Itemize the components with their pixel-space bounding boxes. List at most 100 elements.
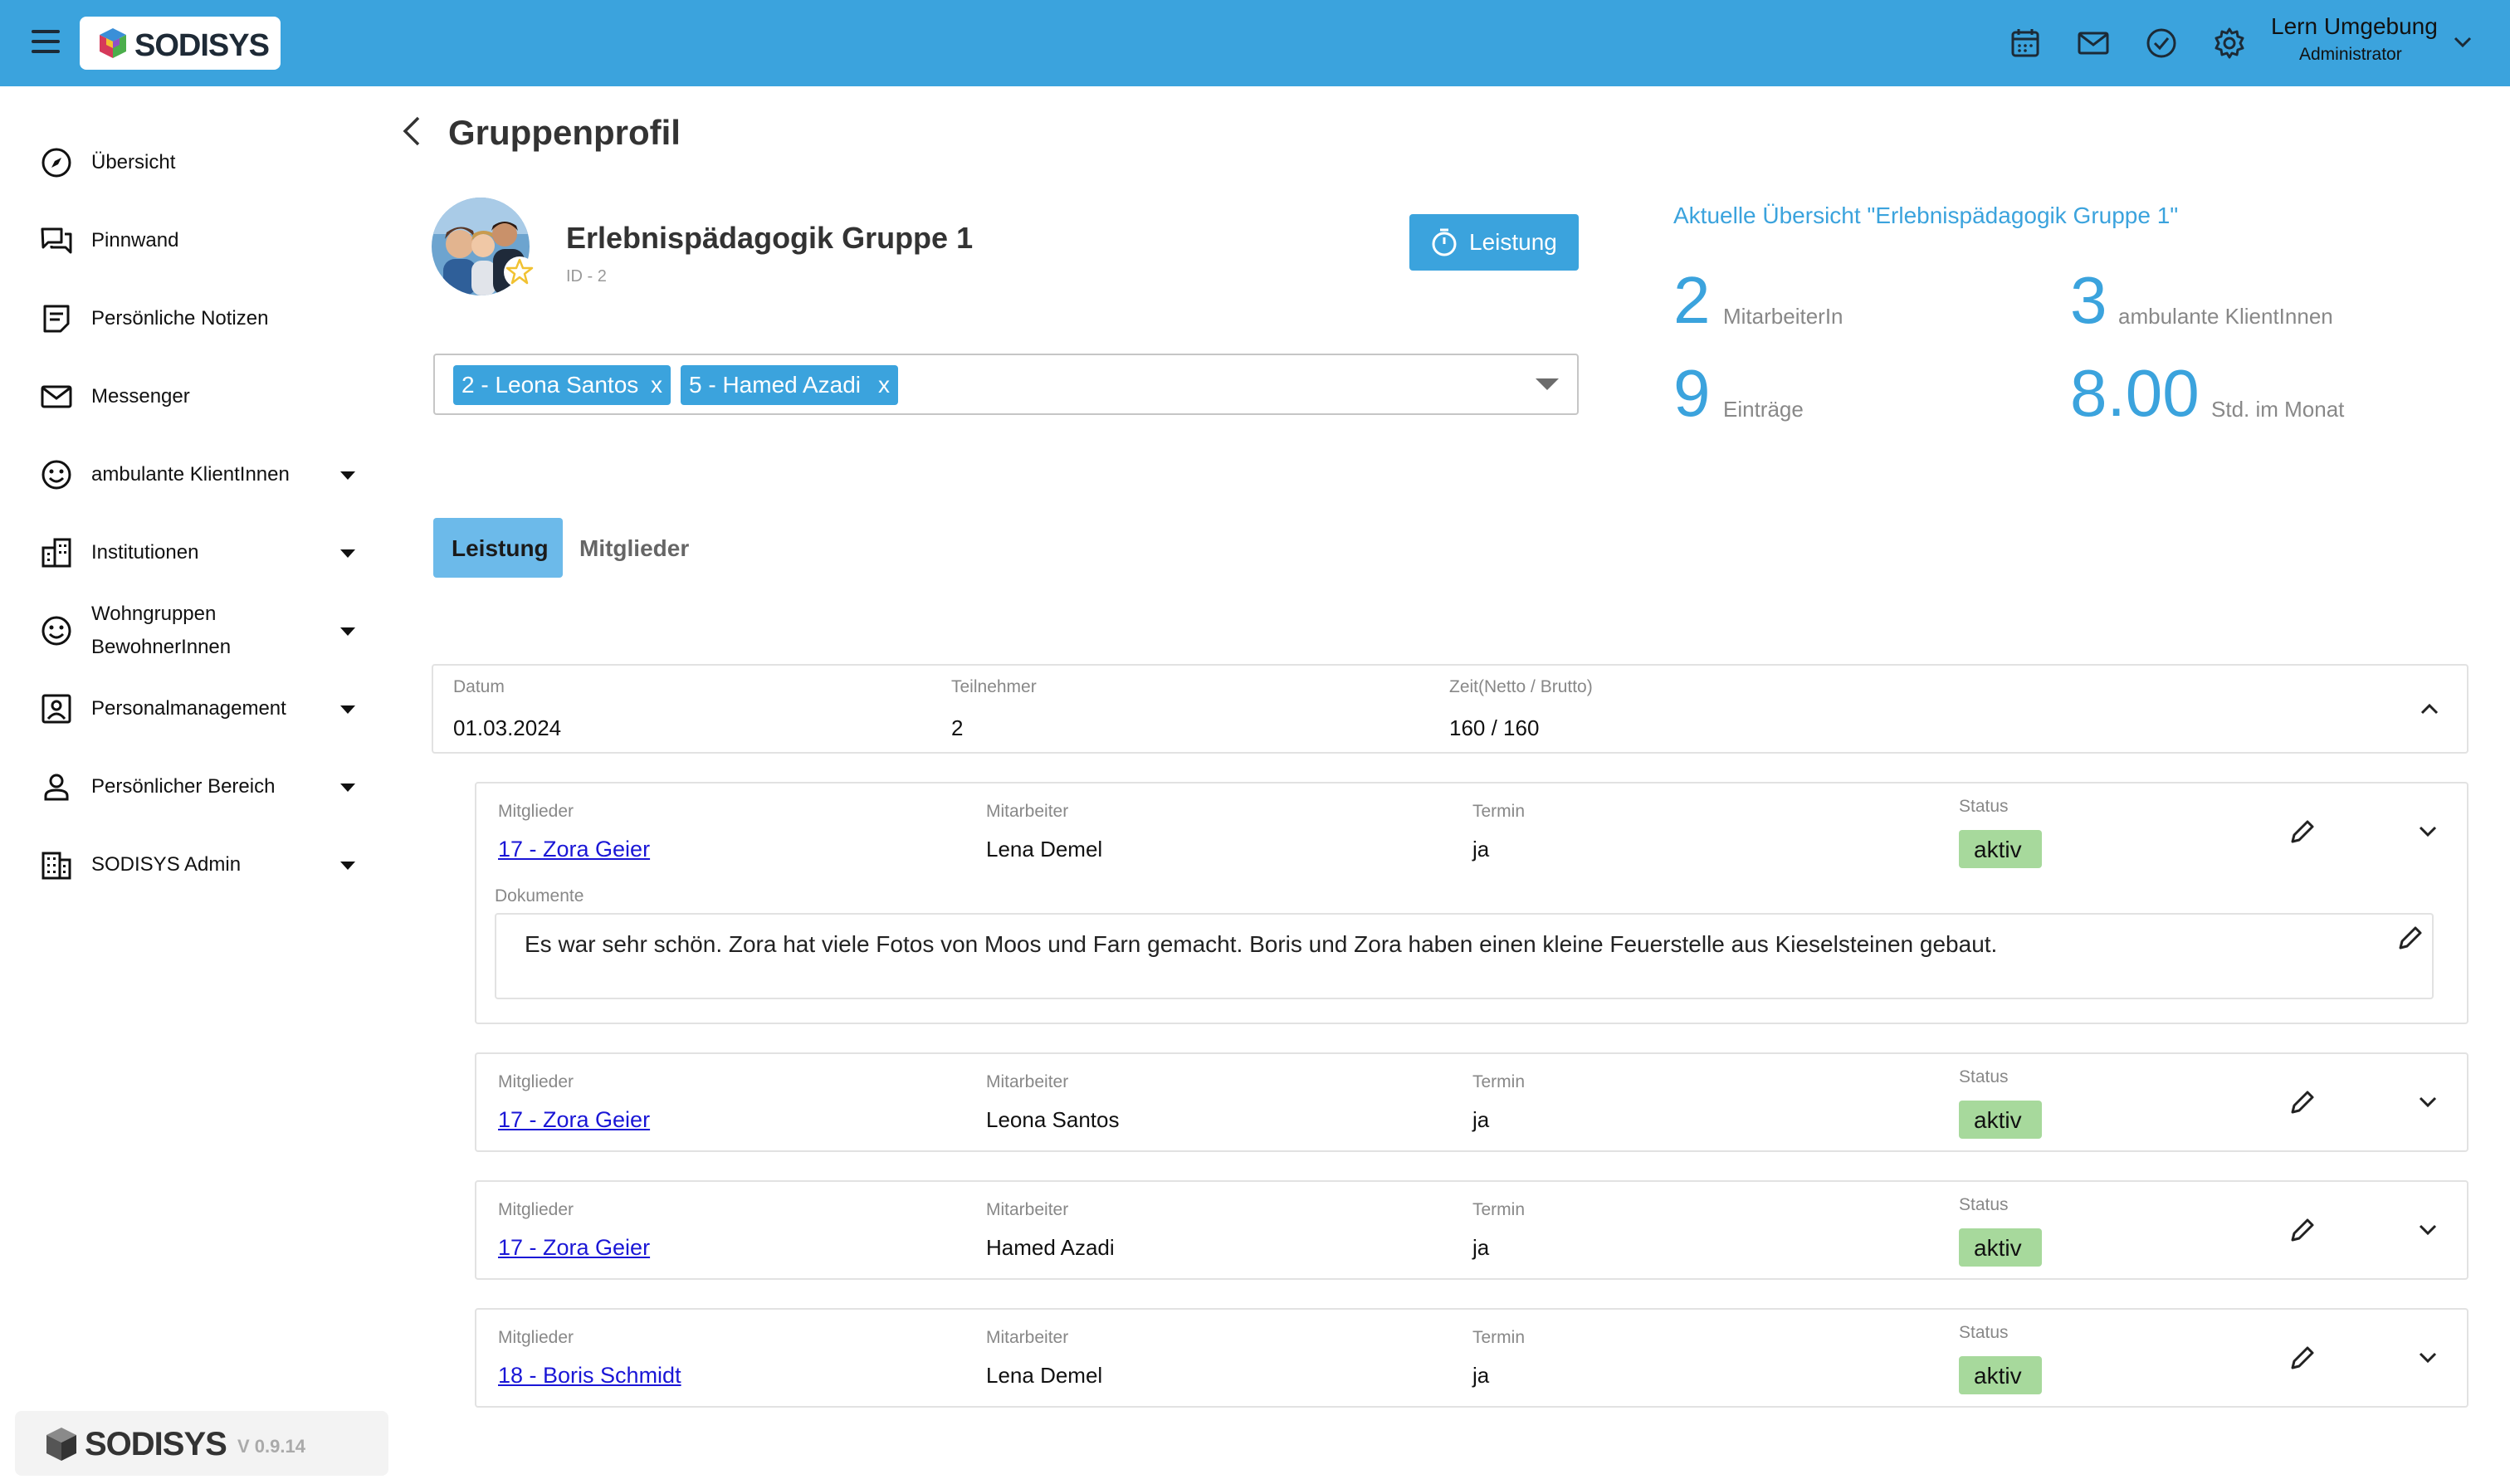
member-label: Mitglieder	[498, 1200, 574, 1219]
appointment-value: ja	[1472, 1107, 1490, 1132]
pencil-icon[interactable]	[2286, 1341, 2319, 1374]
check-circle-icon[interactable]	[2143, 25, 2180, 61]
sidebar-item-persoenlich[interactable]: Persönlicher Bereich	[40, 762, 372, 812]
date-value: 01.03.2024	[453, 715, 562, 740]
sidebar-item-klientinnen[interactable]: ambulante KlientInnen	[40, 450, 372, 500]
overview-title: Aktuelle Übersicht "Erlebnispädagogik Gr…	[1673, 203, 2179, 228]
sidebar-item-label: Messenger	[91, 385, 190, 408]
sidebar-item-wohngruppen[interactable]: Wohngruppen BewohnerInnen	[40, 603, 372, 658]
sidebar-item-label: Persönlicher Bereich	[91, 775, 276, 798]
contact-card-icon	[42, 694, 71, 724]
mail-icon[interactable]	[2075, 25, 2112, 61]
logo-cube-icon	[46, 1428, 76, 1461]
caret-down-icon[interactable]	[340, 627, 355, 636]
appointment-label: Termin	[1472, 802, 1526, 821]
member-link[interactable]: 18 - Boris Schmidt	[498, 1363, 681, 1389]
member-label: Mitglieder	[498, 1328, 574, 1347]
status-label: Status	[1959, 1195, 2009, 1214]
chip-remove-button[interactable]: x	[878, 365, 890, 405]
sidebar-item-pinnwand[interactable]: Pinnwand	[40, 216, 372, 266]
sidebar-item-label-line1: Wohngruppen	[91, 603, 217, 625]
status-text: aktiv	[1974, 1235, 2022, 1261]
chevron-down-icon[interactable]	[2415, 1089, 2440, 1114]
top-bar: SODISYS Lern Umgebung Administrator	[0, 0, 2510, 86]
sidebar-item-label: SODISYS Admin	[91, 853, 242, 876]
sidebar-item-label: Personalmanagement	[91, 697, 286, 720]
stat-eintraege-label: Einträge	[1723, 397, 1804, 422]
caret-down-icon[interactable]	[340, 862, 355, 870]
caret-down-icon[interactable]	[340, 705, 355, 714]
tab-leistung[interactable]: Leistung	[433, 518, 563, 578]
status-label: Status	[1959, 1067, 2009, 1086]
sidebar-item-sodisys-admin[interactable]: SODISYS Admin	[40, 840, 372, 890]
pencil-icon[interactable]	[2286, 815, 2319, 848]
member-link[interactable]: 17 - Zora Geier	[498, 1107, 650, 1133]
sidebar-item-personalmanagement[interactable]: Personalmanagement	[40, 684, 372, 734]
chevron-up-icon[interactable]	[2417, 697, 2442, 722]
tab-mitglieder[interactable]: Mitglieder	[579, 535, 689, 562]
calendar-icon[interactable]	[2007, 25, 2044, 61]
page-title: Gruppenprofil	[448, 113, 681, 152]
stat-eintraege-value: 9	[1673, 356, 1711, 430]
smiley-icon	[42, 616, 71, 646]
caret-down-icon[interactable]	[340, 471, 355, 480]
sidebar-item-label-line2: BewohnerInnen	[91, 636, 232, 658]
sidebar-item-institutionen[interactable]: Institutionen	[40, 528, 372, 578]
chip-participant: 5 - Hamed Azadi x	[681, 365, 898, 405]
user-role: Administrator	[2299, 45, 2402, 64]
status-label: Status	[1959, 1323, 2009, 1342]
group-id: ID - 2	[566, 267, 607, 286]
caret-down-icon[interactable]	[340, 783, 355, 792]
pencil-icon[interactable]	[2394, 921, 2427, 954]
user-name[interactable]: Lern Umgebung	[2271, 13, 2438, 40]
appointment-value: ja	[1472, 1235, 1490, 1260]
app-logo[interactable]: SODISYS	[80, 17, 281, 70]
participants-value: 2	[951, 715, 964, 740]
app-version: V 0.9.14	[237, 1436, 305, 1457]
status-text: aktiv	[1974, 1363, 2022, 1389]
staff-label: Mitarbeiter	[986, 802, 1069, 821]
chevron-down-icon[interactable]	[2415, 1345, 2440, 1369]
stat-stunden-label: Std. im Monat	[2211, 397, 2345, 422]
office-icon	[42, 852, 71, 880]
pencil-icon[interactable]	[2286, 1213, 2319, 1247]
stat-mitarbeiter-label: MitarbeiterIn	[1723, 304, 1843, 329]
leistung-summary-row[interactable]: Datum 01.03.2024 Teilnehmer 2 Zeit(Netto…	[432, 664, 2468, 754]
stat-mitarbeiter-value: 2	[1673, 263, 1711, 337]
logo-cube-icon	[100, 28, 126, 58]
building-icon	[42, 538, 71, 568]
pencil-icon[interactable]	[2286, 1086, 2319, 1119]
member-link[interactable]: 17 - Zora Geier	[498, 837, 650, 862]
smiley-icon	[42, 460, 71, 490]
footer-logo-text: SODISYS	[85, 1426, 227, 1462]
add-leistung-button[interactable]: Leistung	[1409, 214, 1579, 271]
chevron-down-icon[interactable]	[2415, 1217, 2440, 1242]
sidebar-footer: SODISYS V 0.9.14	[15, 1411, 388, 1476]
chip-remove-button[interactable]: x	[651, 365, 662, 405]
caret-down-icon[interactable]	[340, 549, 355, 558]
chevron-down-icon[interactable]	[2449, 28, 2477, 56]
sidebar-item-notizen[interactable]: Persönliche Notizen	[40, 294, 372, 344]
person-icon	[44, 774, 69, 801]
member-link[interactable]: 17 - Zora Geier	[498, 1235, 650, 1261]
sidebar-item-label: Übersicht	[91, 151, 176, 173]
sidebar-item-messenger[interactable]: Messenger	[40, 372, 372, 422]
back-arrow-icon[interactable]	[397, 113, 427, 149]
staff-value: Lena Demel	[986, 1363, 1103, 1388]
stopwatch-icon	[1432, 228, 1457, 256]
gear-icon[interactable]	[2211, 25, 2248, 61]
stat-klientinnen-label: ambulante KlientInnen	[2118, 304, 2333, 329]
sidebar-item-uebersicht[interactable]: Übersicht	[40, 138, 372, 188]
compass-icon	[42, 148, 71, 178]
sidebar-item-label: ambulante KlientInnen	[91, 463, 290, 486]
menu-icon[interactable]	[32, 30, 60, 55]
chip-participant: 2 - Leona Santos x	[453, 365, 671, 405]
chevron-down-icon[interactable]	[2415, 818, 2440, 843]
star-icon[interactable]	[503, 256, 536, 289]
member-label: Mitglieder	[498, 802, 574, 821]
group-name: Erlebnispädagogik Gruppe 1	[566, 221, 974, 255]
dropdown-caret-icon[interactable]	[1536, 378, 1559, 390]
participant-select[interactable]: 2 - Leona Santos x 5 - Hamed Azadi x	[433, 354, 1579, 415]
add-leistung-label: Leistung	[1469, 229, 1557, 255]
appointment-label: Termin	[1472, 1200, 1526, 1219]
